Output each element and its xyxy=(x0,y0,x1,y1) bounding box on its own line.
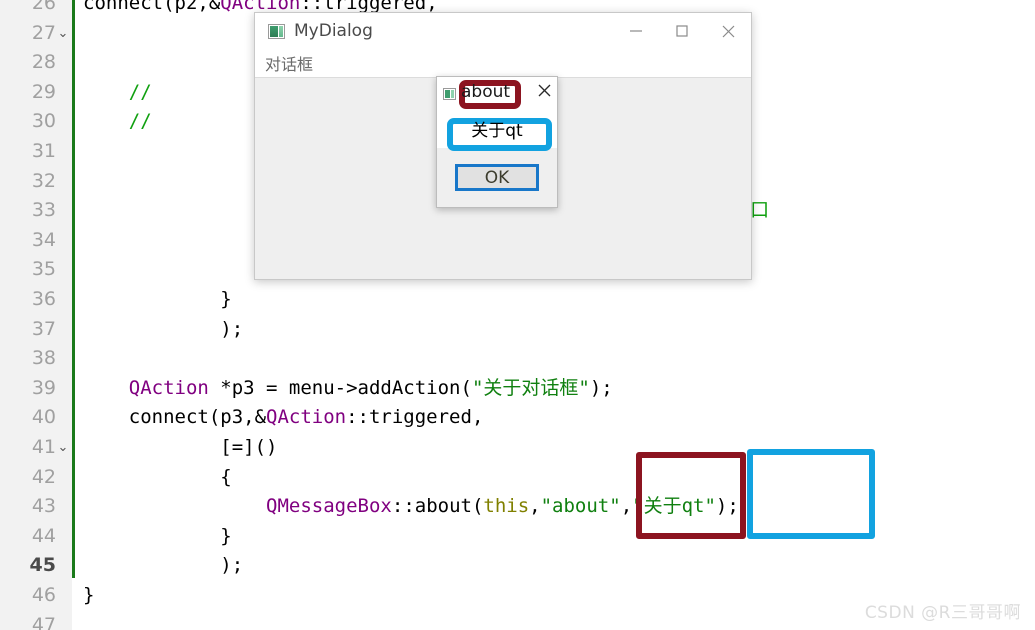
code-line[interactable]: 38 xyxy=(0,344,1035,374)
line-number: 44 xyxy=(31,524,56,547)
qt-app-icon xyxy=(268,23,285,39)
close-icon[interactable] xyxy=(537,83,552,102)
qt-app-icon xyxy=(443,87,456,100)
code-line-text: } xyxy=(83,288,232,310)
minimize-icon[interactable] xyxy=(613,13,659,49)
fold-toggle-icon[interactable]: ⌄ xyxy=(52,19,74,49)
code-line-text: // xyxy=(83,80,152,103)
line-number: 34 xyxy=(31,228,56,251)
window-controls xyxy=(613,13,751,49)
code-line-text: QAction *p3 = menu->addAction("关于对话框"); xyxy=(128,376,613,399)
ok-button[interactable]: OK xyxy=(455,164,539,191)
mydialog-title: MyDialog xyxy=(294,21,373,41)
line-number: 32 xyxy=(31,169,56,192)
messagebox-message: 关于qt xyxy=(471,121,523,141)
code-line[interactable]: 41 ⌄ [=]() xyxy=(0,433,1035,463)
code-line[interactable]: 40 connect(p3,&QAction::triggered, xyxy=(0,403,1035,433)
line-number: 33 xyxy=(31,199,56,222)
code-line-text: [=]() xyxy=(83,436,278,458)
mydialog-menubar[interactable]: 对话框 xyxy=(255,49,751,78)
messagebox-button-row: OK xyxy=(437,148,557,207)
line-number: 31 xyxy=(31,140,56,162)
code-line[interactable]: 39 QAction *p3 = menu->addAction("关于对话框"… xyxy=(0,374,1035,404)
about-messagebox[interactable]: about 关于qt OK xyxy=(436,76,558,208)
maximize-icon[interactable] xyxy=(659,13,705,49)
line-number: 38 xyxy=(31,347,56,370)
line-number: 42 xyxy=(31,465,56,488)
fold-toggle-icon[interactable]: ⌄ xyxy=(52,433,74,463)
line-number: 36 xyxy=(31,288,56,310)
code-line-text: // xyxy=(83,110,152,133)
code-line[interactable]: 45 ); xyxy=(0,551,1035,581)
line-number: 35 xyxy=(31,258,56,281)
line-number: 37 xyxy=(31,317,56,340)
code-line-text: ); xyxy=(83,317,244,340)
line-number: 26 xyxy=(31,0,56,14)
line-number: 45 xyxy=(29,554,56,577)
code-line[interactable]: 43 QMessageBox::about(this,"about","关于qt… xyxy=(0,492,1035,522)
line-number: 43 xyxy=(31,495,56,518)
code-line-text: connect(p3,&QAction::triggered, xyxy=(83,406,484,429)
code-line-text: QMessageBox::about(this,"about","关于qt"); xyxy=(266,495,739,518)
menu-item-dialog[interactable]: 对话框 xyxy=(255,51,319,75)
csdn-watermark: CSDN @R三哥哥啊 xyxy=(864,603,1021,623)
code-line[interactable]: 42 { xyxy=(0,463,1035,493)
code-line[interactable]: 44 } xyxy=(0,522,1035,552)
code-line[interactable]: 37 ); xyxy=(0,315,1035,345)
line-number: 30 xyxy=(31,110,56,133)
line-number: 27 xyxy=(31,21,56,44)
code-line-text: ); xyxy=(83,554,244,577)
screenshot-root: 26 connect(p2,&QAction::triggered, 27 ⌄ 28 29… xyxy=(0,0,1035,630)
code-line-text: { xyxy=(83,465,232,488)
messagebox-titlebar[interactable]: about xyxy=(437,77,557,110)
mydialog-titlebar[interactable]: MyDialog xyxy=(255,13,751,49)
code-line-text: } xyxy=(83,524,232,547)
line-number: 41 xyxy=(31,436,56,458)
close-icon[interactable] xyxy=(705,13,751,49)
code-line[interactable]: 36 } xyxy=(0,285,1035,315)
line-number: 46 xyxy=(31,584,56,606)
code-line-text: } xyxy=(83,584,95,606)
messagebox-text-area: 关于qt xyxy=(437,110,557,147)
line-number: 40 xyxy=(31,406,56,429)
line-number: 47 xyxy=(31,613,56,630)
messagebox-title: about xyxy=(461,82,511,102)
line-number: 29 xyxy=(31,80,56,103)
line-number: 28 xyxy=(31,51,56,74)
line-number: 39 xyxy=(31,376,56,399)
